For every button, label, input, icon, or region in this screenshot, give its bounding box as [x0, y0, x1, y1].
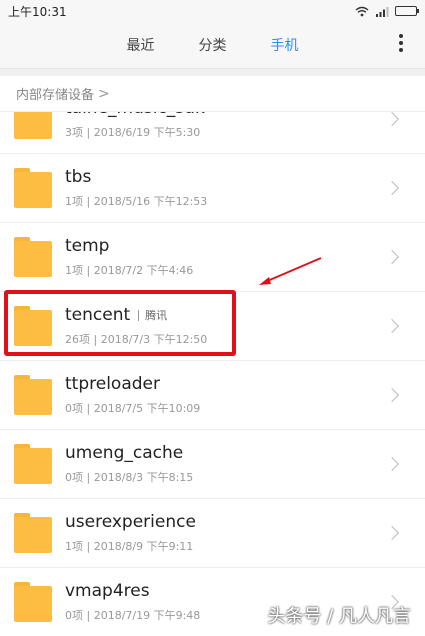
file-row-temp[interactable]: temp 1项 | 2018/7/2 下午4:46 [0, 223, 425, 292]
status-bar: 上午10:31 [0, 0, 425, 22]
file-row-tbs[interactable]: tbs 1项 | 2018/5/16 下午12:53 [0, 154, 425, 223]
file-name: vmap4res [65, 581, 150, 601]
file-name: umeng_cache [65, 443, 184, 463]
divider [0, 68, 425, 76]
file-name: userexperience [65, 512, 196, 532]
file-row-taihe-music-sdk[interactable]: taihe_music_sdk 3项 | 2018/6/19 下午5:30 [0, 112, 425, 154]
file-name: temp [65, 236, 110, 256]
watermark: 头条号 / 凡人凡言 [267, 606, 411, 627]
file-row-ttpreloader[interactable]: ttpreloader 0项 | 2018/7/5 下午10:09 [0, 361, 425, 430]
breadcrumb-chevron-icon: > [98, 85, 110, 102]
chevron-right-icon [384, 456, 400, 472]
folder-icon [14, 444, 52, 484]
tab-bar: 最近 分类 手机 [0, 22, 425, 68]
file-meta: 1项 | 2018/8/9 下午9:11 [65, 540, 194, 553]
file-meta: 3项 | 2018/6/19 下午5:30 [65, 126, 201, 139]
folder-icon [14, 513, 52, 553]
status-icons [355, 6, 419, 17]
status-time: 上午10:31 [8, 4, 67, 19]
signal-icon [376, 6, 389, 17]
file-row-umeng-cache[interactable]: umeng_cache 0项 | 2018/8/3 下午8:15 [0, 430, 425, 499]
file-row-userexperience[interactable]: userexperience 1项 | 2018/8/9 下午9:11 [0, 499, 425, 568]
tab-recent[interactable]: 最近 [127, 35, 155, 55]
folder-icon [14, 112, 52, 139]
folder-icon [14, 306, 52, 346]
chevron-right-icon [384, 387, 400, 403]
battery-icon [395, 6, 419, 16]
wifi-icon [355, 6, 369, 16]
file-name: taihe_music_sdk [65, 112, 205, 118]
file-name: ttpreloader [65, 374, 160, 394]
file-name: tencent [65, 305, 131, 325]
file-meta: 26项 | 2018/7/3 下午12:50 [65, 333, 208, 346]
annotation-arrow-icon [259, 257, 322, 285]
file-tag: 腾讯 [138, 309, 167, 321]
chevron-right-icon [384, 180, 400, 196]
folder-icon [14, 168, 52, 208]
folder-icon [14, 375, 52, 415]
file-name: tbs [65, 167, 92, 187]
file-meta: 0项 | 2018/8/3 下午8:15 [65, 471, 194, 484]
file-list: taihe_music_sdk 3项 | 2018/6/19 下午5:30 tb… [0, 112, 425, 636]
file-meta: 1项 | 2018/5/16 下午12:53 [65, 195, 208, 208]
breadcrumb-path: 内部存储设备 [16, 88, 95, 103]
chevron-right-icon [384, 525, 400, 541]
more-menu-icon[interactable] [399, 34, 403, 52]
file-meta: 0项 | 2018/7/5 下午10:09 [65, 402, 201, 415]
chevron-right-icon [384, 318, 400, 334]
breadcrumb[interactable]: 内部存储设备 > [0, 76, 425, 112]
tab-phone[interactable]: 手机 [271, 35, 299, 55]
chevron-right-icon [384, 112, 400, 127]
chevron-right-icon [384, 249, 400, 265]
folder-icon [14, 237, 52, 277]
tab-category[interactable]: 分类 [199, 35, 227, 55]
file-meta: 1项 | 2018/7/2 下午4:46 [65, 264, 194, 277]
file-row-tencent[interactable]: tencent 腾讯 26项 | 2018/7/3 下午12:50 [0, 292, 425, 361]
folder-icon [14, 582, 52, 622]
